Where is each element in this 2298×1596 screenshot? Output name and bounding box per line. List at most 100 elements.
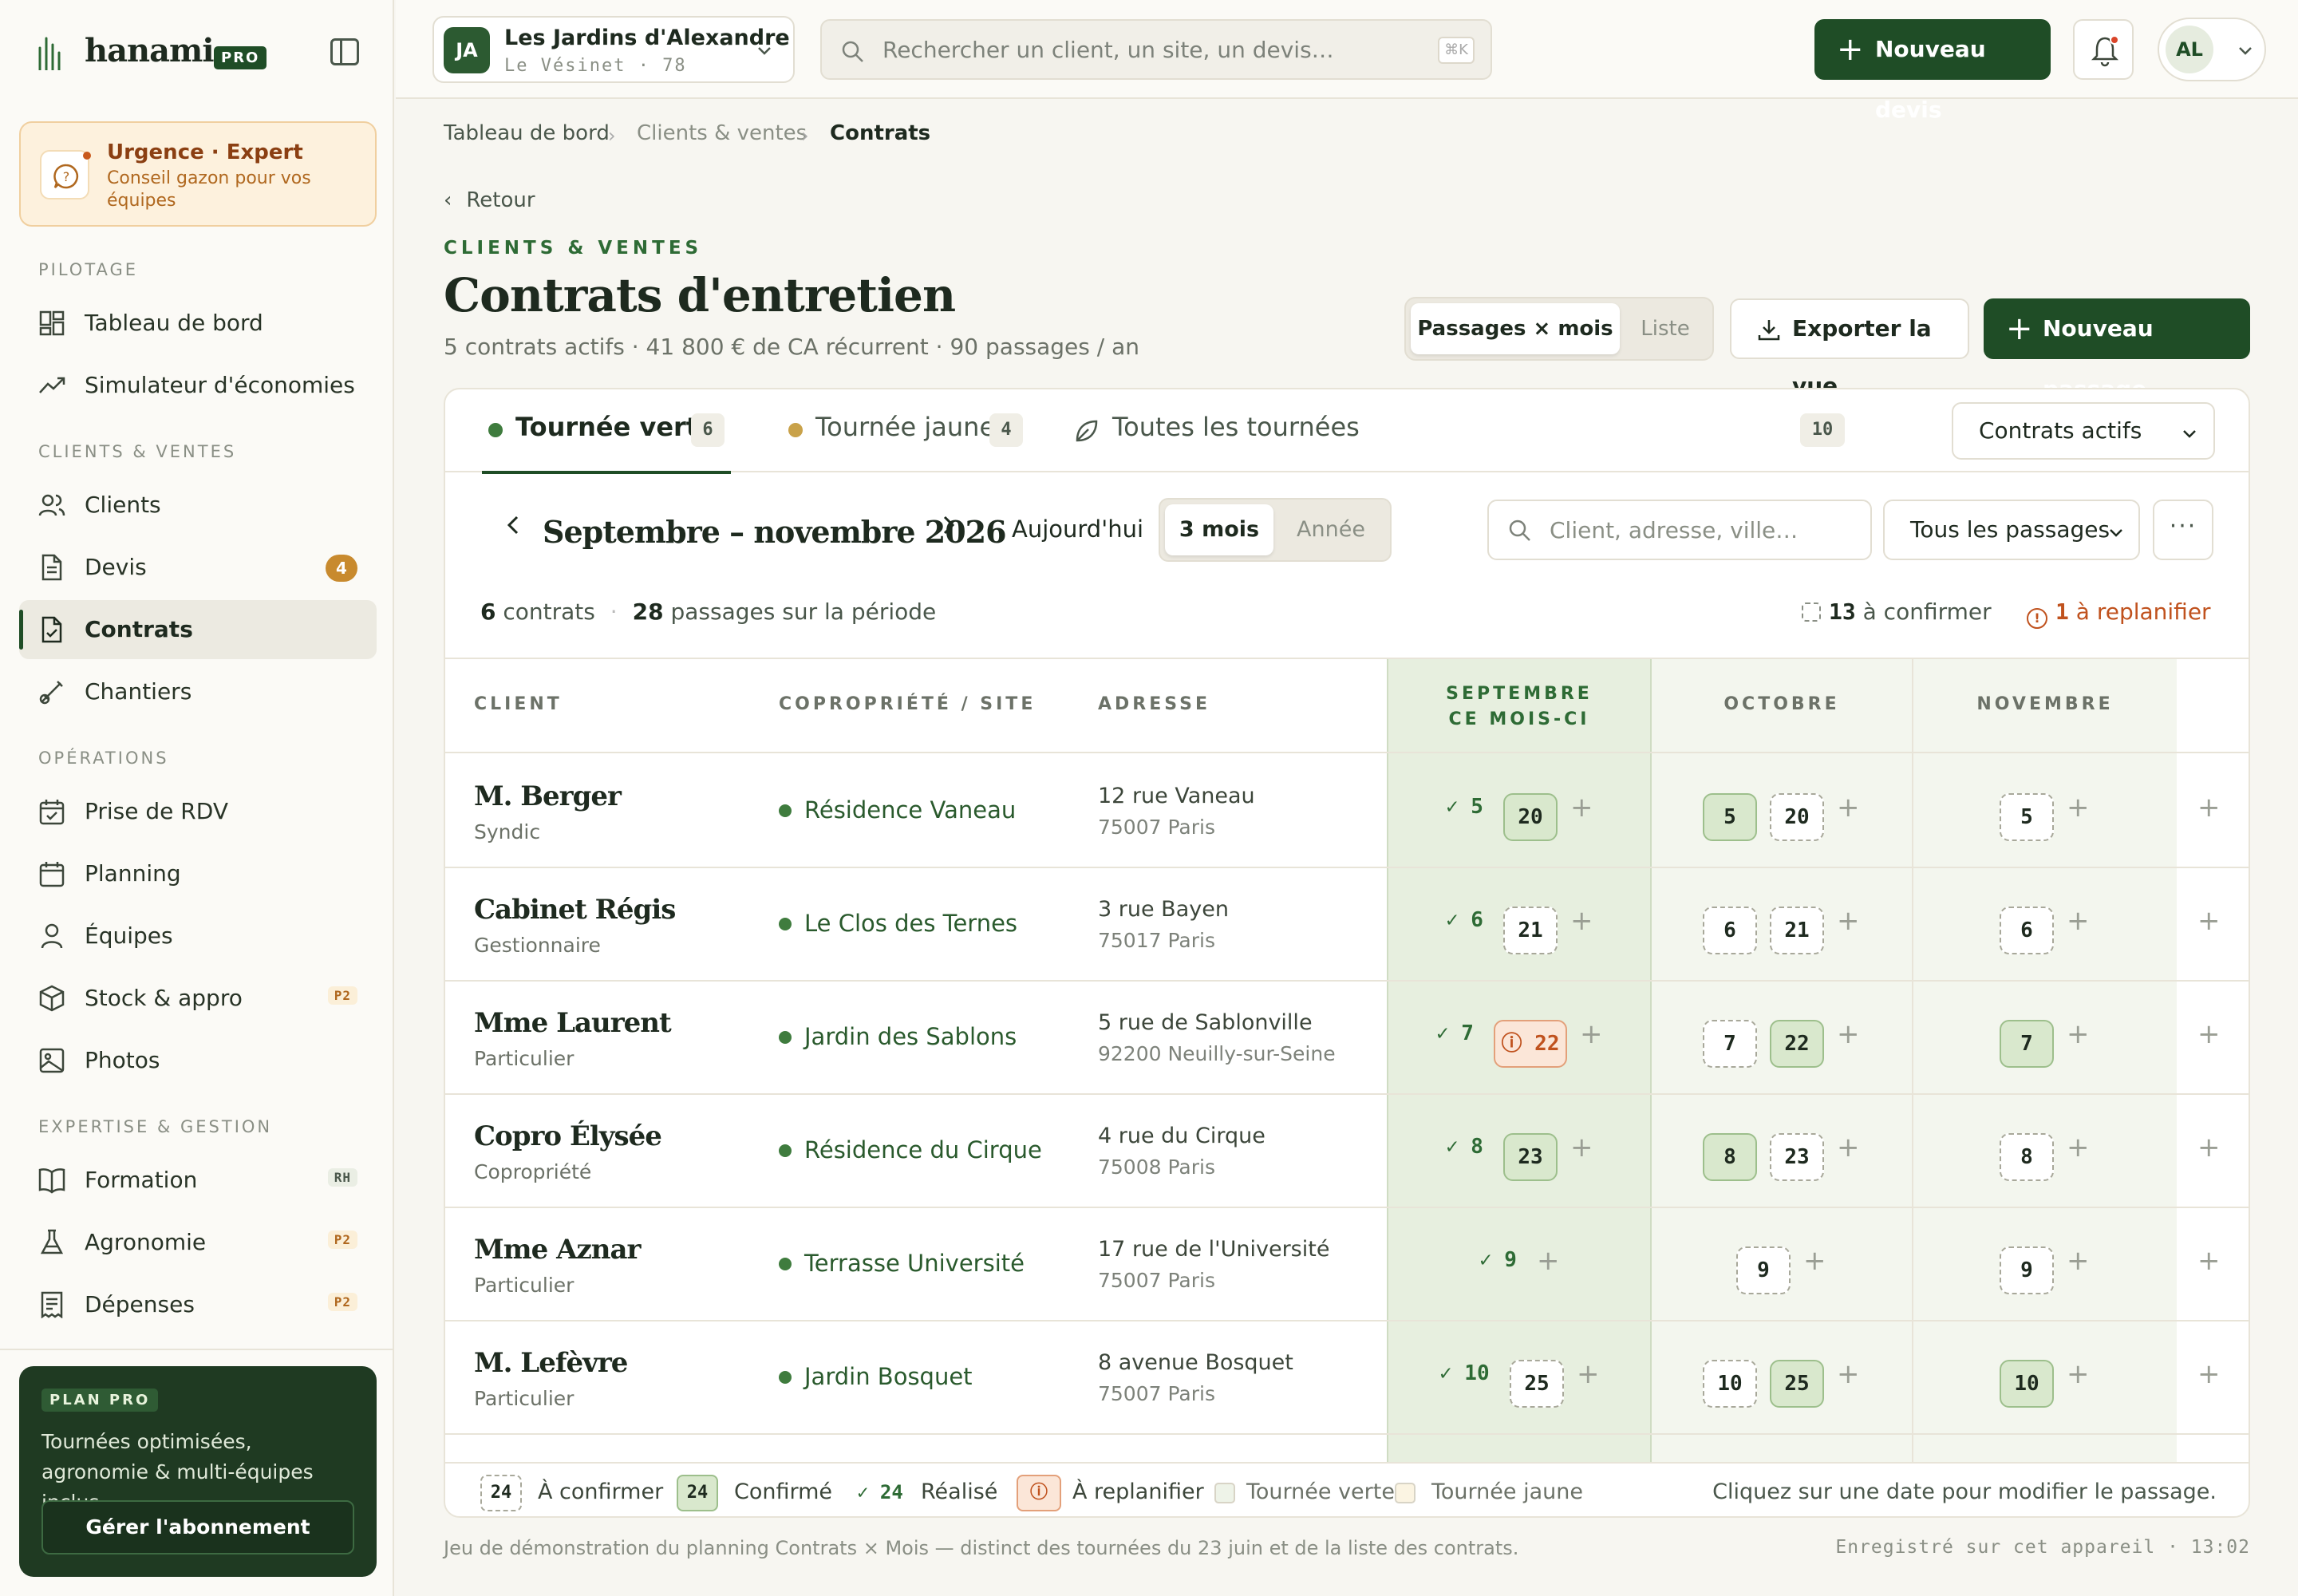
new-passage-button[interactable]: + Nouveau passage <box>1984 298 2250 402</box>
notifications-button[interactable] <box>2073 19 2134 80</box>
add-month-icon[interactable]: + <box>2197 1018 2221 1050</box>
add-passage-icon[interactable]: + <box>1837 1132 1860 1163</box>
passage-done[interactable]: ✓ 7 <box>1436 1021 1474 1045</box>
add-passage-icon[interactable]: + <box>1577 1358 1600 1390</box>
sidebar-item-dashboard[interactable]: Tableau de bord <box>19 294 377 353</box>
passage-to-confirm[interactable]: 21 <box>1770 907 1824 954</box>
sidebar-item-planning[interactable]: Planning <box>19 844 377 903</box>
tab-tournee-verte[interactable]: Tournée verte 6 <box>482 389 731 474</box>
add-passage-icon[interactable]: + <box>2067 1245 2090 1277</box>
client-search-input[interactable]: Client, adresse, ville… <box>1487 500 1872 560</box>
manage-subscription-button[interactable]: Gérer l'abonnement <box>41 1500 354 1555</box>
sidebar-item-photos[interactable]: Photos <box>19 1031 377 1090</box>
add-passage-icon[interactable]: + <box>2067 1018 2090 1050</box>
passage-to-confirm[interactable]: 9 <box>1736 1246 1791 1294</box>
sidebar-collapse-icon[interactable] <box>330 38 359 65</box>
sidebar-item-devis[interactable]: Devis 4 <box>19 538 377 597</box>
add-passage-icon[interactable]: + <box>1570 1132 1593 1163</box>
org-switcher[interactable]: JA Les Jardins d'Alexandre Le Vésinet · … <box>432 16 795 83</box>
passage-to-confirm[interactable]: 20 <box>1770 793 1824 841</box>
passage-done[interactable]: ✓ 5 <box>1446 795 1483 819</box>
site-name[interactable]: Le Clos des Ternes <box>804 910 1017 937</box>
passage-filter-select[interactable]: Tous les passages <box>1883 500 2140 560</box>
site-name[interactable]: Terrasse Université <box>804 1250 1025 1277</box>
passage-confirmed[interactable]: 22 <box>1770 1020 1824 1068</box>
to-confirm-stat[interactable]: 13 à confirmer <box>1802 598 1992 625</box>
passage-to-confirm[interactable]: 5 <box>2000 793 2054 841</box>
tab-toutes-tournees[interactable]: Toutes les tournées 10 <box>1074 389 1845 472</box>
site-name[interactable]: Jardin des Sablons <box>804 1023 1017 1050</box>
passage-confirmed[interactable]: 10 <box>2000 1360 2054 1408</box>
add-passage-icon[interactable]: + <box>1837 905 1860 937</box>
passage-done[interactable]: ✓ 10 <box>1439 1361 1490 1385</box>
range-3-mois[interactable]: 3 mois <box>1165 504 1273 555</box>
passage-replan[interactable]: ⓘ 22 <box>1494 1020 1567 1068</box>
passage-confirmed[interactable]: 5 <box>1703 793 1757 841</box>
client-name[interactable]: Cabinet Régis <box>474 894 676 926</box>
sidebar-item-formation[interactable]: Formation RH <box>19 1151 377 1210</box>
passage-to-confirm[interactable]: 21 <box>1503 907 1558 954</box>
passage-to-confirm[interactable]: 6 <box>2000 907 2054 954</box>
passage-done[interactable]: ✓ 8 <box>1446 1135 1483 1159</box>
passage-confirmed[interactable]: 23 <box>1503 1133 1558 1181</box>
add-passage-icon[interactable]: + <box>1837 792 1860 824</box>
sidebar-item-clients[interactable]: Clients <box>19 476 377 535</box>
passage-to-confirm[interactable]: 7 <box>1703 1020 1757 1068</box>
view-passages-mois[interactable]: Passages × mois <box>1411 303 1620 354</box>
breadcrumb-dashboard[interactable]: Tableau de bord <box>444 121 610 145</box>
back-link[interactable]: ‹ Retour <box>444 188 535 212</box>
today-button[interactable]: Aujourd'hui <box>1012 516 1143 543</box>
add-passage-icon[interactable]: + <box>2067 1132 2090 1163</box>
range-annee[interactable]: Année <box>1277 504 1385 555</box>
client-name[interactable]: Copro Élysée <box>474 1120 662 1152</box>
sidebar-item-rdv[interactable]: Prise de RDV <box>19 782 377 841</box>
client-name[interactable]: M. Berger <box>474 780 622 812</box>
sidebar-item-contrats[interactable]: Contrats <box>19 600 377 659</box>
passage-to-confirm[interactable]: 23 <box>1770 1133 1824 1181</box>
new-devis-button[interactable]: + Nouveau devis <box>1814 19 2051 123</box>
add-passage-icon[interactable]: + <box>1537 1245 1560 1277</box>
sidebar-item-agronomie[interactable]: Agronomie P2 <box>19 1213 377 1272</box>
add-month-icon[interactable]: + <box>2197 1245 2221 1277</box>
client-name[interactable]: Mme Laurent <box>474 1007 672 1039</box>
sidebar-item-simulateur[interactable]: Simulateur d'économies <box>19 356 377 415</box>
add-passage-icon[interactable]: + <box>2067 792 2090 824</box>
client-name[interactable]: M. Lefèvre <box>474 1347 628 1379</box>
passage-confirmed[interactable]: 25 <box>1770 1360 1824 1408</box>
breadcrumb-clients-ventes[interactable]: Clients & ventes <box>637 121 807 145</box>
sidebar-item-chantiers[interactable]: Chantiers <box>19 662 377 721</box>
add-passage-icon[interactable]: + <box>1570 792 1593 824</box>
chevron-right-icon[interactable] <box>932 509 964 541</box>
add-passage-icon[interactable]: + <box>1580 1018 1603 1050</box>
passage-done[interactable]: ✓ 9 <box>1479 1248 1517 1272</box>
passage-to-confirm[interactable]: 25 <box>1510 1360 1564 1408</box>
passage-to-confirm[interactable]: 10 <box>1703 1360 1757 1408</box>
passage-confirmed[interactable]: 8 <box>1703 1133 1757 1181</box>
view-liste[interactable]: Liste <box>1621 303 1709 354</box>
site-name[interactable]: Résidence du Cirque <box>804 1136 1042 1163</box>
export-button[interactable]: Exporter la vue <box>1730 298 1969 399</box>
sidebar-item-equipes[interactable]: Équipes <box>19 907 377 966</box>
add-passage-icon[interactable]: + <box>1570 905 1593 937</box>
add-month-icon[interactable]: + <box>2197 1358 2221 1390</box>
passage-confirmed[interactable]: 20 <box>1503 793 1558 841</box>
passage-confirmed[interactable]: 7 <box>2000 1020 2054 1068</box>
chevron-left-icon[interactable] <box>498 509 530 541</box>
replan-stat[interactable]: ! 1 à replanifier <box>2027 598 2211 629</box>
more-options-button[interactable]: ··· <box>2153 500 2213 560</box>
user-menu[interactable]: AL <box>2158 18 2266 81</box>
global-search-input[interactable]: Rechercher un client, un site, un devis…… <box>820 19 1492 80</box>
site-name[interactable]: Jardin Bosquet <box>804 1363 973 1390</box>
add-month-icon[interactable]: + <box>2197 1132 2221 1163</box>
add-passage-icon[interactable]: + <box>1837 1018 1860 1050</box>
sidebar-item-stock[interactable]: Stock & appro P2 <box>19 969 377 1028</box>
passage-to-confirm[interactable]: 6 <box>1703 907 1757 954</box>
passage-to-confirm[interactable]: 9 <box>2000 1246 2054 1294</box>
passage-done[interactable]: ✓ 6 <box>1446 908 1483 932</box>
add-passage-icon[interactable]: + <box>2067 905 2090 937</box>
add-month-icon[interactable]: + <box>2197 792 2221 824</box>
add-passage-icon[interactable]: + <box>1803 1245 1826 1277</box>
tab-tournee-jaune[interactable]: Tournée jaune 4 <box>779 389 1034 472</box>
urgence-card[interactable]: ? Urgence · Expert Conseil gazon pour vo… <box>19 121 377 227</box>
passage-to-confirm[interactable]: 8 <box>2000 1133 2054 1181</box>
